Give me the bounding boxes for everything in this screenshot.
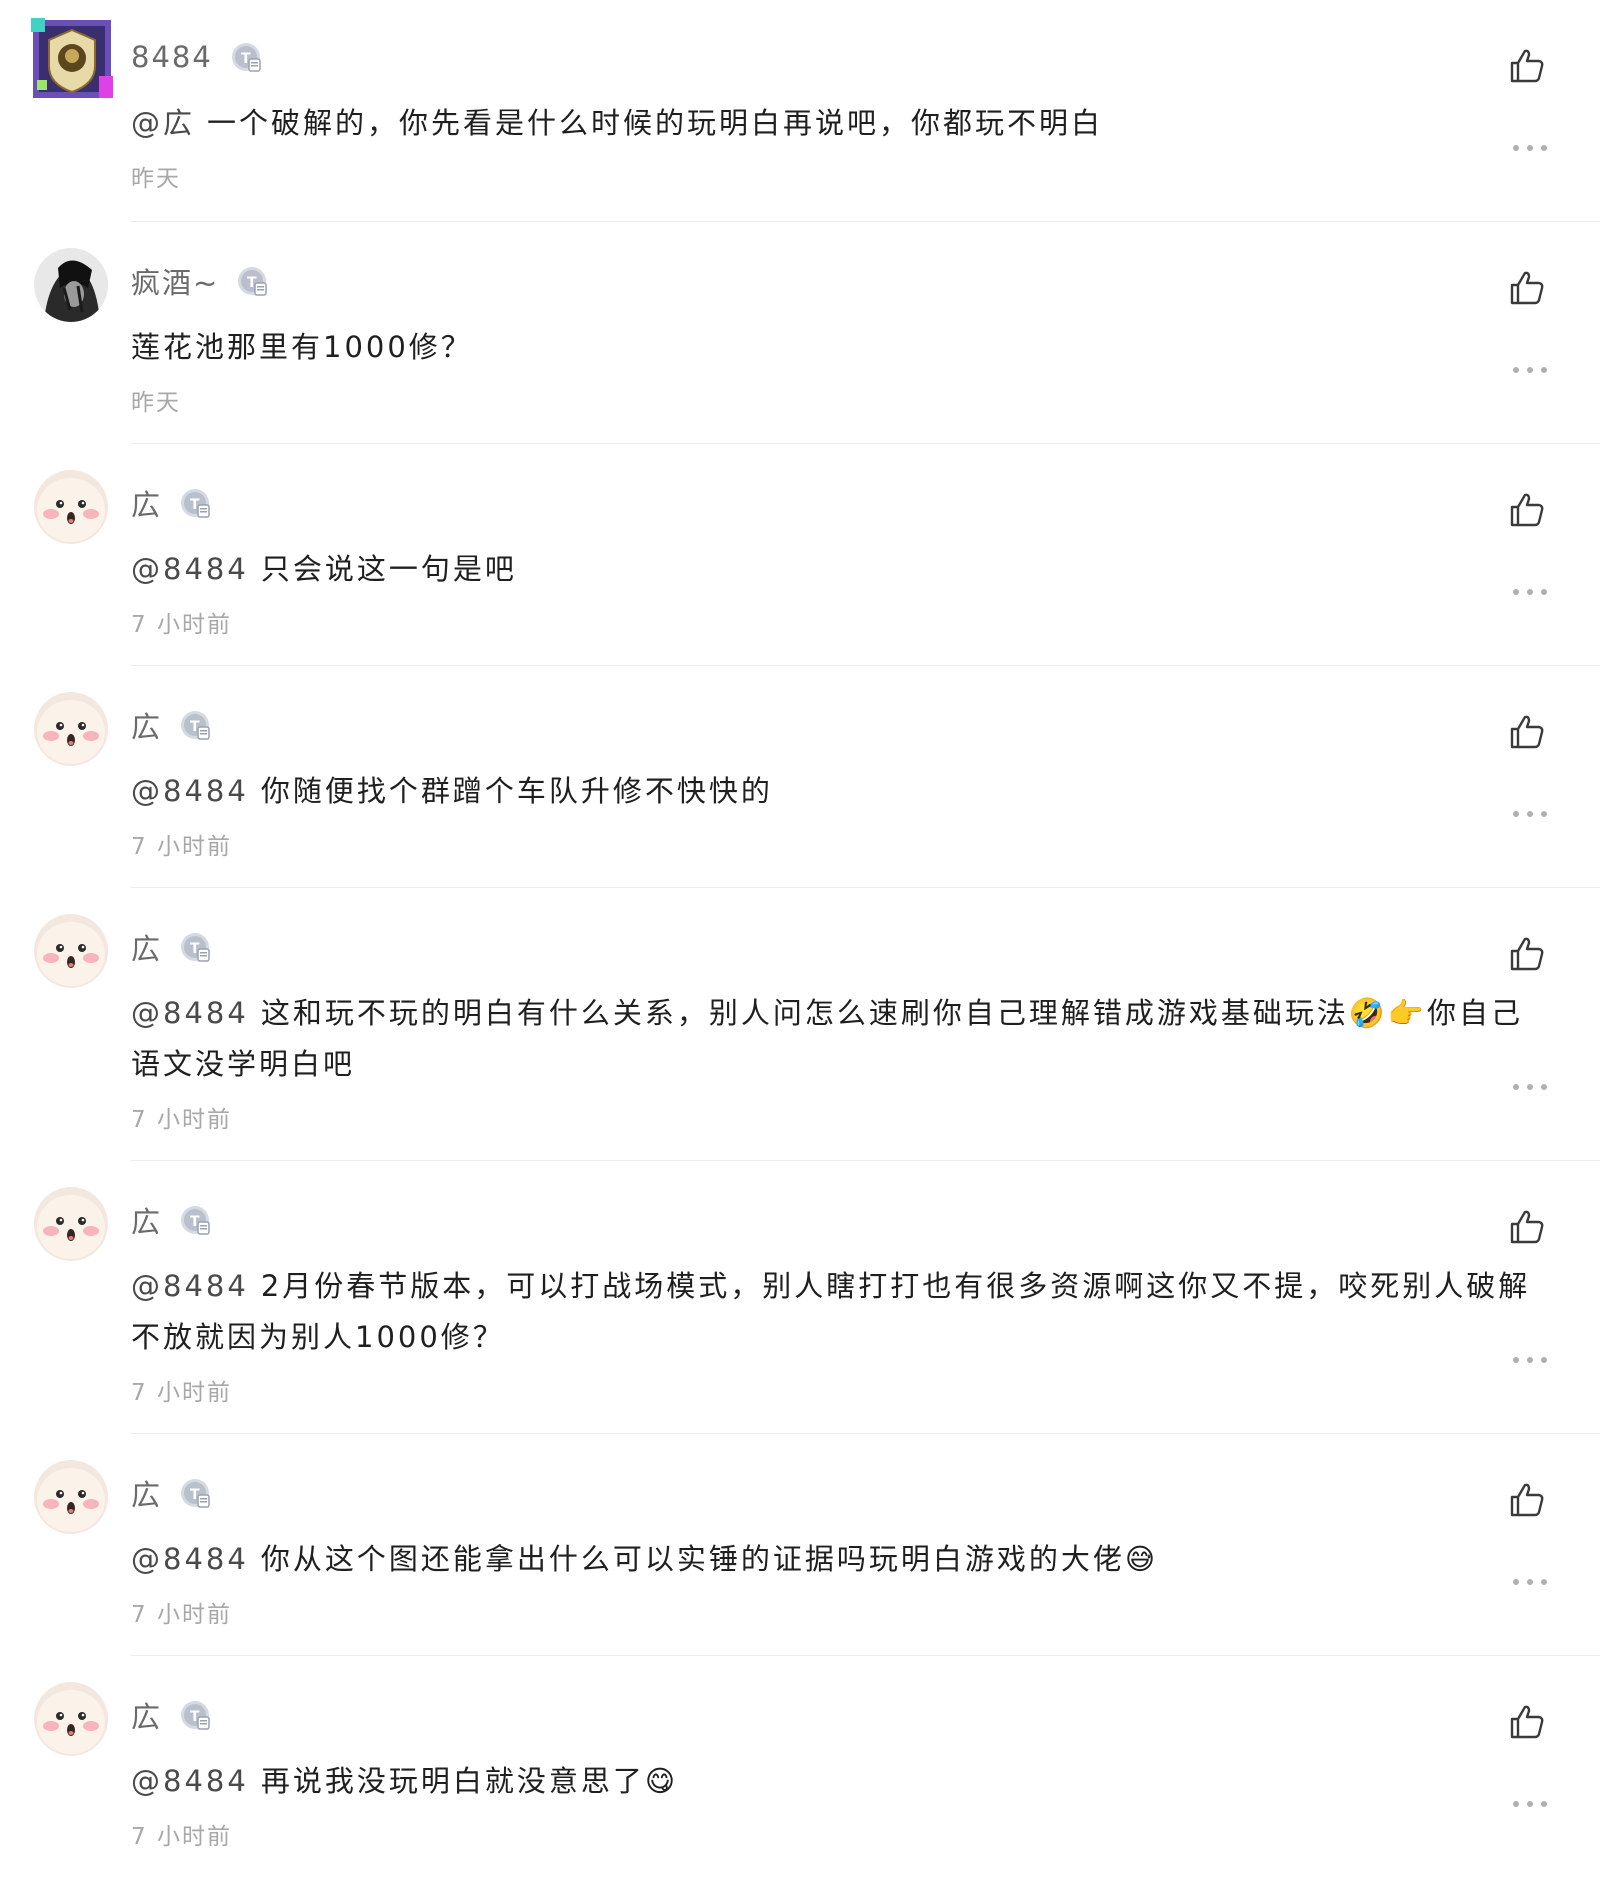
comment-body: 莲花池那里有1000修？ <box>131 330 473 364</box>
mention-link[interactable]: @広 <box>131 106 195 140</box>
avatar[interactable] <box>34 1682 108 1756</box>
comment-body: 只会说这一句是吧 <box>260 552 517 586</box>
level-badge-icon: T <box>178 1698 212 1732</box>
more-dots-icon[interactable] <box>1510 1354 1550 1366</box>
timestamp: 7 小时前 <box>131 834 232 860</box>
more-dots-icon[interactable] <box>1510 1798 1550 1810</box>
mention-link[interactable]: @8484 <box>131 552 249 586</box>
more-dots-icon[interactable] <box>1510 808 1550 820</box>
timestamp: 昨天 <box>131 390 181 416</box>
avatar[interactable] <box>34 470 108 544</box>
comment-text: @8484 2月份春节版本，可以打战场模式，别人瞎打打也有很多资源啊这你又不提，咬… <box>131 1261 1551 1363</box>
comment-list: 8484 T @広 一个破解的，你先看是什么时候的玩明白再说吧，你都玩不明白 昨天 <box>0 0 1600 1878</box>
dark-anime-avatar-icon <box>34 248 108 322</box>
user-name[interactable]: 広 <box>131 1199 162 1241</box>
comment-item: 広 T @8484 2月份春节版本，可以打战场模式，别人瞎打打也有很多资源啊这你又… <box>0 1161 1600 1434</box>
level-badge-icon: T <box>178 1203 212 1237</box>
avatar[interactable] <box>34 1460 108 1534</box>
comment-item: 広 T @8484 这和玩不玩的明白有什么关系，别人问怎么速刷你自己理解错成游戏基… <box>0 888 1600 1161</box>
thumbs-up-icon[interactable] <box>1506 1480 1546 1520</box>
level-badge-icon: T <box>235 264 269 298</box>
comment-body: 你从这个图还能拿出什么可以实锤的证据吗玩明白游戏的大佬😅 <box>260 1542 1159 1576</box>
timestamp: 7 小时前 <box>131 1380 232 1406</box>
mention-link[interactable]: @8484 <box>131 774 249 808</box>
badge-avatar-icon <box>29 16 115 102</box>
comment-item: 広 T @8484 再说我没玩明白就没意思了😋 7 小时前 <box>0 1656 1600 1878</box>
thumbs-up-icon[interactable] <box>1506 490 1546 530</box>
comment-text: @8484 只会说这一句是吧 <box>131 544 1551 595</box>
avatar[interactable] <box>34 248 108 322</box>
user-name[interactable]: 広 <box>131 482 162 524</box>
thumbs-up-icon[interactable] <box>1506 1207 1546 1247</box>
bun-face-avatar-icon <box>34 914 108 988</box>
timestamp: 7 小时前 <box>131 1602 232 1628</box>
timestamp: 7 小时前 <box>131 1107 232 1133</box>
timestamp: 7 小时前 <box>131 612 232 638</box>
thumbs-up-icon[interactable] <box>1506 1702 1546 1742</box>
timestamp: 昨天 <box>131 166 181 192</box>
comment-body: 你随便找个群蹭个车队升修不快快的 <box>260 774 773 808</box>
comment-text: @8484 你从这个图还能拿出什么可以实锤的证据吗玩明白游戏的大佬😅 <box>131 1534 1551 1585</box>
comment-item: 8484 T @広 一个破解的，你先看是什么时候的玩明白再说吧，你都玩不明白 昨天 <box>0 0 1600 222</box>
level-badge-icon: T <box>178 708 212 742</box>
user-name[interactable]: 広 <box>131 1694 162 1736</box>
comment-text: @8484 再说我没玩明白就没意思了😋 <box>131 1756 1551 1807</box>
mention-link[interactable]: @8484 <box>131 1542 249 1576</box>
comment-text: @広 一个破解的，你先看是什么时候的玩明白再说吧，你都玩不明白 <box>131 98 1551 149</box>
mention-link[interactable]: @8484 <box>131 996 249 1030</box>
comment-item: 広 T @8484 你随便找个群蹭个车队升修不快快的 7 小时前 <box>0 666 1600 888</box>
comment-text: @8484 这和玩不玩的明白有什么关系，别人问怎么速刷你自己理解错成游戏基础玩法🤣… <box>131 988 1551 1090</box>
level-badge-icon: T <box>178 930 212 964</box>
comment-item: 疯酒~ T 莲花池那里有1000修？ 昨天 <box>0 222 1600 444</box>
user-name[interactable]: 広 <box>131 704 162 746</box>
user-name[interactable]: 8484 <box>131 40 213 74</box>
avatar[interactable] <box>34 1187 108 1261</box>
bun-face-avatar-icon <box>34 1460 108 1534</box>
more-dots-icon[interactable] <box>1510 142 1550 154</box>
level-badge-icon: T <box>178 486 212 520</box>
avatar[interactable] <box>34 914 108 988</box>
comment-text: @8484 你随便找个群蹭个车队升修不快快的 <box>131 766 1551 817</box>
thumbs-up-icon[interactable] <box>1506 46 1546 86</box>
user-name[interactable]: 広 <box>131 1472 162 1514</box>
comment-item: 広 T @8484 只会说这一句是吧 7 小时前 <box>0 444 1600 666</box>
thumbs-up-icon[interactable] <box>1506 934 1546 974</box>
more-dots-icon[interactable] <box>1510 1081 1550 1093</box>
level-badge-icon: T <box>229 40 263 74</box>
comment-body: 一个破解的，你先看是什么时候的玩明白再说吧，你都玩不明白 <box>207 106 1104 140</box>
comment-body: 再说我没玩明白就没意思了😋 <box>260 1764 679 1798</box>
more-dots-icon[interactable] <box>1510 364 1550 376</box>
thumbs-up-icon[interactable] <box>1506 712 1546 752</box>
level-badge-icon: T <box>178 1476 212 1510</box>
avatar[interactable] <box>29 16 115 102</box>
comment-body: 2月份春节版本，可以打战场模式，别人瞎打打也有很多资源啊这你又不提，咬死别人破解… <box>131 1269 1531 1354</box>
comment-body: 这和玩不玩的明白有什么关系，别人问怎么速刷你自己理解错成游戏基础玩法🤣👉你自己语… <box>131 996 1524 1081</box>
more-dots-icon[interactable] <box>1510 586 1550 598</box>
bun-face-avatar-icon <box>34 1682 108 1756</box>
user-name[interactable]: 広 <box>131 926 162 968</box>
bun-face-avatar-icon <box>34 470 108 544</box>
bun-face-avatar-icon <box>34 692 108 766</box>
mention-link[interactable]: @8484 <box>131 1764 249 1798</box>
mention-link[interactable]: @8484 <box>131 1269 249 1303</box>
bun-face-avatar-icon <box>34 1187 108 1261</box>
thumbs-up-icon[interactable] <box>1506 268 1546 308</box>
more-dots-icon[interactable] <box>1510 1576 1550 1588</box>
user-name[interactable]: 疯酒~ <box>131 260 219 302</box>
comment-item: 広 T @8484 你从这个图还能拿出什么可以实锤的证据吗玩明白游戏的大佬😅 7 … <box>0 1434 1600 1656</box>
comment-text: 莲花池那里有1000修？ <box>131 322 1551 373</box>
timestamp: 7 小时前 <box>131 1824 232 1850</box>
avatar[interactable] <box>34 692 108 766</box>
